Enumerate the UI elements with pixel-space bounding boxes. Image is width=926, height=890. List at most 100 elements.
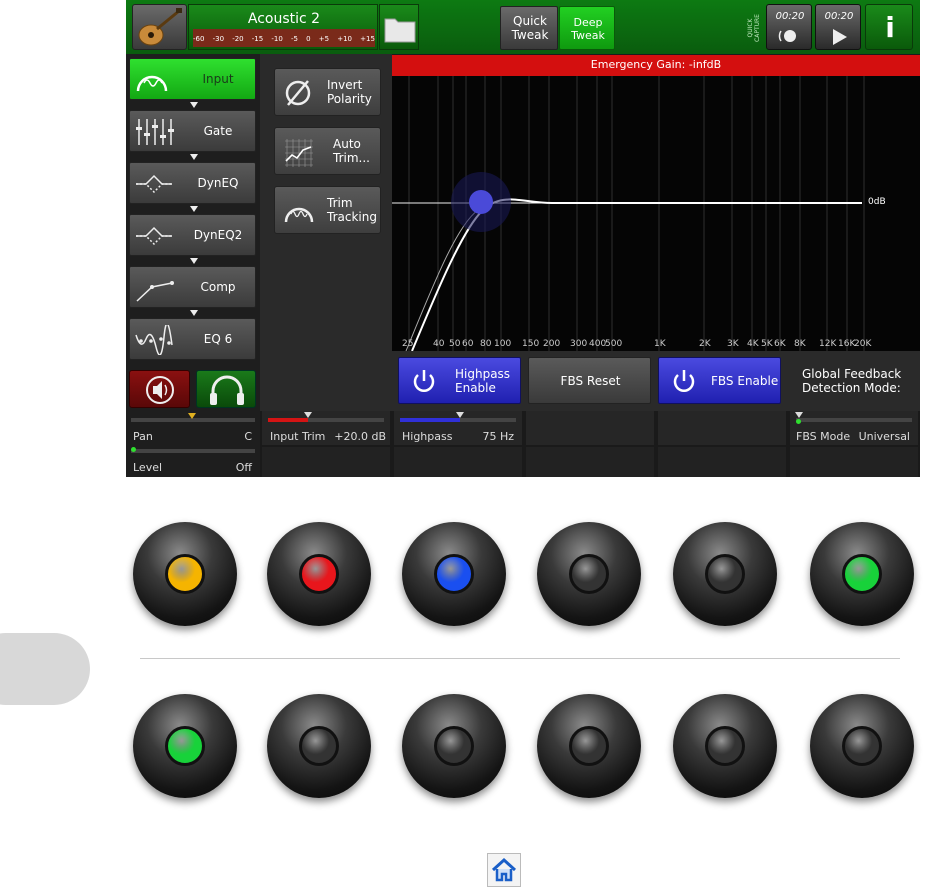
chain-gate-button[interactable]: Gate: [129, 110, 256, 152]
fbs-mode-cell[interactable]: FBS Mode Universal: [790, 411, 918, 445]
knob-8[interactable]: [267, 694, 371, 798]
knob-2[interactable]: [267, 522, 371, 626]
empty-cell: [658, 447, 786, 477]
speaker-mute-icon: [146, 376, 174, 404]
highpass-indicator: [456, 412, 464, 418]
quick-capture-record-button[interactable]: 00:20: [766, 4, 812, 50]
knob-10[interactable]: [537, 694, 641, 798]
gate-faders-icon: [136, 119, 174, 145]
trim-knob-icon: [284, 207, 314, 223]
chain-arrow: [190, 258, 198, 264]
knob-5[interactable]: [673, 522, 777, 626]
input-trim-cell[interactable]: Input Trim +20.0 dB: [262, 411, 390, 445]
knob-led: [705, 554, 745, 594]
info-icon: i: [885, 11, 895, 44]
fbs-reset-button[interactable]: FBS Reset: [528, 357, 651, 404]
chain-input-button[interactable]: Input: [129, 58, 256, 100]
knob-led: [842, 726, 882, 766]
meter-scale: -60 -30 -20 -15 -10 -5 0 +5 +10 +15: [193, 35, 375, 43]
empty-cell: [658, 411, 786, 445]
knob-11[interactable]: [673, 694, 777, 798]
quick-capture-label: QUICK CAPTURE: [747, 14, 761, 42]
level-indicator: [131, 447, 136, 452]
auto-trim-graph-icon: [285, 139, 313, 167]
knob-led: [299, 726, 339, 766]
highpass-cell[interactable]: Highpass 75 Hz: [394, 411, 522, 445]
knob-led: [165, 554, 205, 594]
invert-polarity-button[interactable]: Invert Polarity: [274, 68, 381, 116]
knob-7[interactable]: [133, 694, 237, 798]
polarity-icon: [285, 80, 311, 106]
dyneq-icon: [136, 174, 172, 194]
empty-cell: [526, 411, 654, 445]
chain-arrow: [190, 154, 198, 160]
quick-capture-play-button[interactable]: 00:20: [815, 4, 861, 50]
folder-icon: [384, 18, 416, 43]
knob-led: [842, 554, 882, 594]
knob-led: [705, 726, 745, 766]
chain-arrow: [190, 206, 198, 212]
emergency-gain-banner: Emergency Gain: -infdB: [392, 55, 920, 76]
knob-led: [569, 726, 609, 766]
pan-indicator: [188, 413, 196, 419]
preset-display[interactable]: Acoustic 2 -60 -30 -20 -15 -10 -5 0 +5 +…: [188, 4, 378, 50]
knob-3[interactable]: [402, 522, 506, 626]
empty-cell: [790, 447, 918, 477]
fbs-mode-arrow: [795, 412, 803, 418]
knob-row-divider: [140, 658, 900, 659]
knob-led: [569, 554, 609, 594]
preset-guitar-button[interactable]: [132, 4, 187, 50]
chain-eq6-button[interactable]: EQ 6: [129, 318, 256, 360]
pan-level-cell[interactable]: Pan C Level Off: [126, 411, 260, 477]
play-icon: [833, 29, 847, 45]
zero-db-label: 0dB: [868, 197, 886, 207]
chain-dyneq2-button[interactable]: DynEQ2: [129, 214, 256, 256]
input-icon: [136, 75, 168, 92]
eq-curve-icon: [135, 325, 173, 355]
knob-4[interactable]: [537, 522, 641, 626]
home-button[interactable]: [487, 853, 521, 887]
mute-button[interactable]: [129, 370, 190, 408]
power-icon: [413, 370, 435, 392]
fbs-enable-button[interactable]: FBS Enable: [658, 357, 781, 404]
highpass-response-graph: [392, 76, 865, 352]
chain-dyneq-button[interactable]: DynEQ: [129, 162, 256, 204]
knob-9[interactable]: [402, 694, 506, 798]
highpass-enable-button[interactable]: Highpass Enable: [398, 357, 521, 404]
quick-tweak-button[interactable]: Quick Tweak: [500, 6, 558, 50]
power-icon: [673, 370, 695, 392]
knob-led: [434, 726, 474, 766]
preset-name: Acoustic 2: [247, 11, 321, 27]
knob-led: [299, 554, 339, 594]
info-button[interactable]: i: [865, 4, 913, 50]
top-bar: Acoustic 2 -60 -30 -20 -15 -10 -5 0 +5 +…: [126, 0, 920, 54]
input-trim-fill: [268, 418, 308, 422]
home-icon: [491, 857, 517, 882]
knob-led: [165, 726, 205, 766]
fbs-mode-indicator: [796, 419, 801, 424]
fbs-mode-slider[interactable]: [796, 418, 912, 422]
level-slider[interactable]: [131, 449, 255, 453]
deep-tweak-button[interactable]: Deep Tweak: [559, 6, 615, 50]
headphones-button[interactable]: [196, 370, 256, 408]
preset-folder-button[interactable]: [379, 4, 419, 50]
knob-6[interactable]: [810, 522, 914, 626]
eq-graph[interactable]: 0dB 25 40 50 60 80 100 150 200 300 400 5…: [392, 76, 920, 352]
dyneq-icon: [136, 226, 172, 246]
empty-cell: [394, 447, 522, 477]
highpass-fill: [400, 418, 460, 422]
chain-arrow: [190, 310, 198, 316]
acoustic-guitar-icon: [138, 8, 182, 46]
comp-curve-icon: [136, 281, 174, 302]
knob-12[interactable]: [810, 694, 914, 798]
page-tab-marker: [0, 633, 90, 705]
frequency-axis: 25 40 50 60 80 100 150 200 300 400 500 1…: [402, 339, 872, 349]
trim-tracking-button[interactable]: Trim Tracking: [274, 186, 381, 234]
empty-cell: [262, 447, 390, 477]
chain-comp-button[interactable]: Comp: [129, 266, 256, 308]
chain-arrow: [190, 102, 198, 108]
global-feedback-label: Global Feedback Detection Mode:: [802, 367, 902, 395]
knob-1[interactable]: [133, 522, 237, 626]
empty-cell: [526, 447, 654, 477]
auto-trim-button[interactable]: Auto Trim...: [274, 127, 381, 175]
